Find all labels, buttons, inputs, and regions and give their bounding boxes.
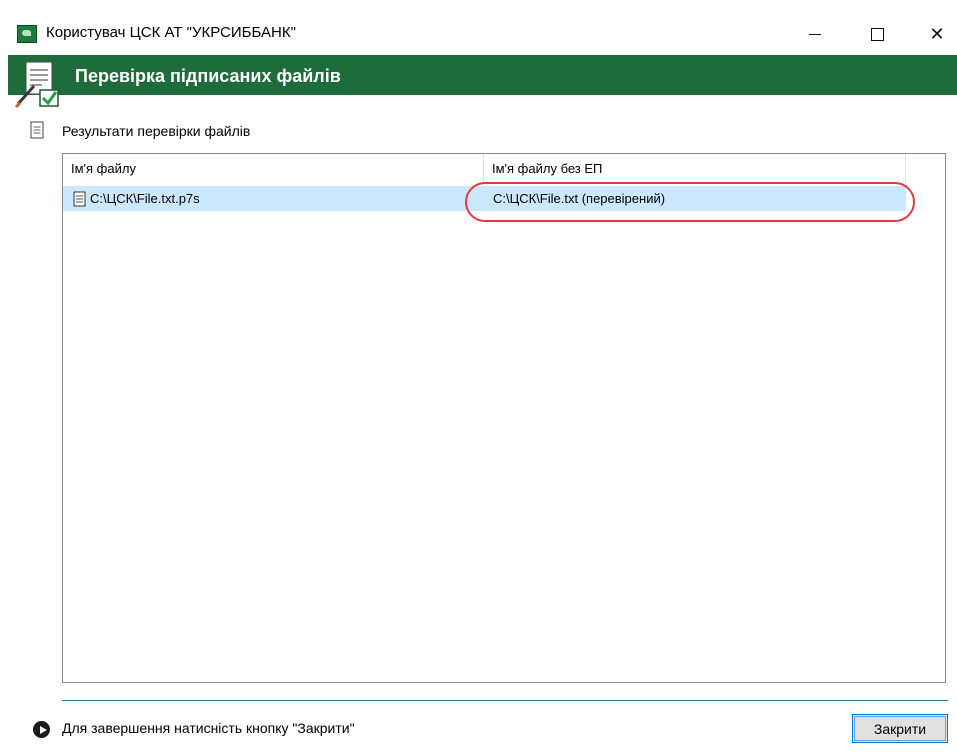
page-title: Перевірка підписаних файлів (75, 66, 341, 86)
arrow-right-icon (33, 721, 50, 738)
close-button[interactable]: Закрити (852, 714, 948, 743)
cell-file-name-without-signature: C:\ЦСК\File.txt (перевірений) (493, 191, 666, 206)
file-icon (73, 191, 86, 206)
footer-hint: Для завершення натисність кнопку "Закрит… (62, 720, 355, 736)
title-bar[interactable]: Користувач ЦСК АТ "УКРСИББАНК" ✕ (0, 0, 957, 55)
app-icon (17, 25, 37, 43)
table-row[interactable]: C:\ЦСК\File.txt.p7s C:\ЦСК\File.txt (пер… (63, 186, 906, 211)
footer-divider (62, 700, 948, 701)
document-icon (30, 121, 44, 139)
cell-file-name: C:\ЦСК\File.txt.p7s (73, 186, 200, 211)
signed-document-check-icon (14, 61, 59, 109)
minimize-button[interactable] (795, 17, 835, 51)
section-label: Результати перевірки файлів (62, 123, 251, 139)
results-table[interactable]: Ім'я файлу Ім'я файлу без ЕП C:\ЦСК\File… (62, 153, 946, 683)
close-icon: ✕ (929, 23, 945, 45)
column-header-file-name-without-signature[interactable]: Ім'я файлу без ЕП (484, 154, 906, 184)
maximize-icon (870, 27, 884, 41)
file-name-text: C:\ЦСК\File.txt.p7s (90, 191, 200, 206)
column-header-file-name[interactable]: Ім'я файлу (63, 154, 484, 184)
minimize-icon (809, 33, 821, 35)
close-window-button[interactable]: ✕ (917, 17, 957, 51)
maximize-button[interactable] (857, 17, 897, 51)
window-title: Користувач ЦСК АТ "УКРСИББАНК" (46, 24, 296, 41)
